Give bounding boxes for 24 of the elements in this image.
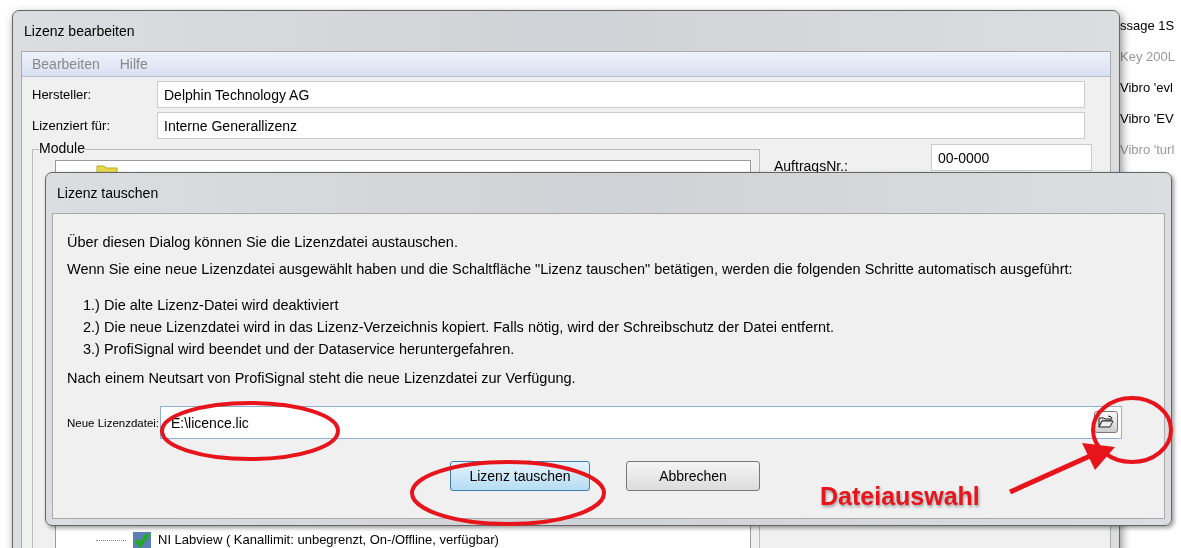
text-field[interactable]: 00-0000 (931, 144, 1092, 171)
check-icon[interactable] (132, 531, 152, 548)
tree-item[interactable]: NI Labview ( Kanallimit: unbegrenzt, On-/Offline, verfügbar) (158, 533, 499, 547)
group-title: Module (39, 140, 85, 156)
field-label: Hersteller: (32, 87, 93, 102)
dialog-button[interactable]: Abbrechen (626, 461, 760, 491)
field-label: Lizenziert für: (32, 118, 112, 133)
list-item[interactable]: Vibro 'evl (1120, 72, 1181, 103)
step-text: 1.) Die alte Lizenz-Datei wird deaktiviert (82, 297, 340, 313)
window-title: Lizenz bearbeiten (23, 22, 136, 41)
step-text: 3.) ProfiSignal wird beendet und der Dataservice heruntergefahren. (82, 341, 516, 357)
list-item[interactable]: Vibro 'EV (1120, 103, 1181, 134)
file-path-field[interactable]: E:\licence.lic (160, 406, 1122, 439)
dialog-title: Lizenz tauschen (56, 184, 160, 203)
step-text: 2.) Die neue Lizenzdatei wird in das Lizenz-Verzeichnis kopiert. Falls nötig, wird der Schreibschutz der Datei entfernt. (82, 319, 836, 335)
description-text: Wenn Sie eine neue Lizenzdatei ausgewählt haben und die Schaltfläche "Lizenz tauschen" betätigen, werden die folgenden Schritte automatisch ausgeführt: (67, 261, 1074, 277)
text-field[interactable]: Interne Generallizenz (157, 112, 1085, 139)
note-text: Nach einem Neutsart von ProfiSignal steht die neue Lizenzdatei zur Verfügung. (67, 370, 577, 386)
intro-text: Über diesen Dialog können Sie die Lizenzdatei austauschen. (67, 234, 459, 250)
list-item[interactable]: ssage 1S (1120, 10, 1181, 41)
field-label: AuftragsNr.: (774, 158, 849, 174)
field-label: Neue Lizenzdatei: (67, 416, 160, 429)
annotation-label: Dateiauswahl (820, 482, 980, 511)
text-field[interactable]: Delphin Technology AG (157, 81, 1085, 108)
